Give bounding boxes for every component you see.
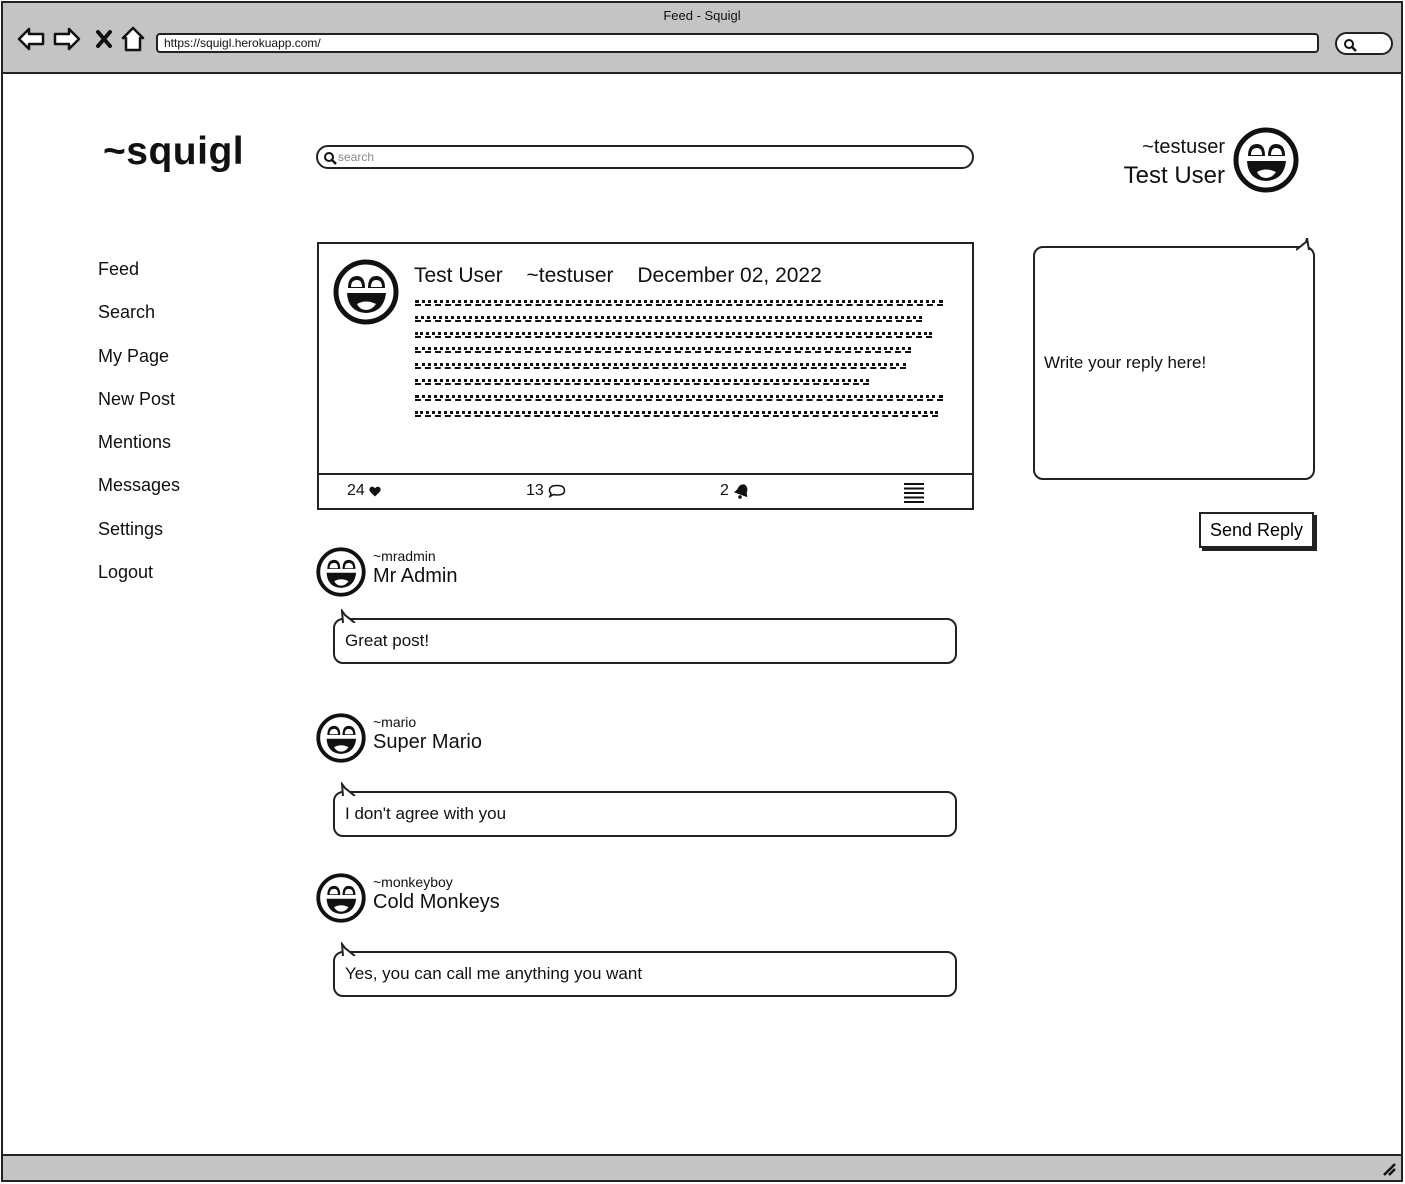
post-author-name[interactable]: Test User	[414, 264, 503, 287]
post-meta: Test User ~testuser December 02, 2022	[414, 264, 840, 288]
search-field[interactable]	[316, 145, 974, 169]
sidebar-nav: Feed Search My Page New Post Mentions Me…	[98, 258, 180, 604]
bell-icon	[733, 484, 748, 499]
notify-button[interactable]: 2	[720, 482, 751, 500]
laughing-face-icon[interactable]	[316, 547, 366, 602]
menu-icon[interactable]	[903, 482, 925, 509]
address-bar[interactable]: https://squigl.herokuapp.com/	[156, 33, 1319, 53]
bubble-tail-icon	[1296, 238, 1310, 251]
reply-name[interactable]: Mr Admin	[373, 565, 457, 588]
laughing-face-icon[interactable]	[333, 259, 399, 330]
sidebar-item-my-page[interactable]: My Page	[98, 345, 180, 388]
laughing-face-icon[interactable]	[316, 873, 366, 928]
post-actions: 24 13 2	[319, 473, 972, 508]
current-user-handle[interactable]: ~testuser	[1142, 136, 1225, 159]
browser-titlebar: Feed - Squigl https://squigl.herokuapp.c…	[3, 3, 1401, 74]
comment-icon	[548, 484, 566, 498]
stop-icon[interactable]	[90, 25, 118, 53]
comment-count: 13	[526, 482, 544, 499]
like-button[interactable]: 24	[347, 482, 381, 500]
sidebar-item-search[interactable]: Search	[98, 301, 180, 344]
reply-handle[interactable]: ~mario	[373, 714, 416, 730]
reply-name[interactable]: Super Mario	[373, 731, 482, 754]
search-input[interactable]	[338, 148, 958, 166]
sidebar-item-mentions[interactable]: Mentions	[98, 431, 180, 474]
bubble-tail-icon	[341, 942, 356, 956]
reply-textarea[interactable]	[1044, 257, 1304, 469]
window-title: Feed - Squigl	[663, 8, 741, 23]
forward-icon[interactable]	[53, 25, 81, 53]
app-logo[interactable]: ~squigl	[103, 130, 244, 174]
bubble-tail-icon	[341, 782, 356, 796]
reply-text: Great post!	[345, 631, 430, 650]
back-icon[interactable]	[17, 25, 45, 53]
comment-button[interactable]: 13	[526, 482, 566, 500]
reply-name[interactable]: Cold Monkeys	[373, 891, 500, 914]
sidebar-item-new-post[interactable]: New Post	[98, 388, 180, 431]
sidebar-item-logout[interactable]: Logout	[98, 561, 180, 604]
reply-bubble: Yes, you can call me anything you want	[333, 942, 957, 997]
reply-bubble: Great post!	[333, 609, 957, 664]
reply-text: I don't agree with you	[345, 804, 507, 823]
reply-handle[interactable]: ~mradmin	[373, 548, 436, 564]
post-card: Test User ~testuser December 02, 2022 24…	[317, 242, 974, 510]
post-author-handle[interactable]: ~testuser	[527, 264, 614, 287]
notify-count: 2	[720, 482, 729, 499]
post-date: December 02, 2022	[637, 264, 822, 287]
bubble-tail-icon	[341, 609, 356, 623]
sidebar-item-settings[interactable]: Settings	[98, 518, 180, 561]
like-count: 24	[347, 482, 365, 499]
browser-statusbar	[3, 1154, 1401, 1180]
current-user-name[interactable]: Test User	[1124, 162, 1225, 190]
resize-grip-icon[interactable]	[1381, 1161, 1397, 1177]
reply-bubble: I don't agree with you	[333, 782, 957, 837]
sidebar-item-feed[interactable]: Feed	[98, 258, 180, 301]
search-icon	[324, 152, 337, 165]
home-icon[interactable]	[119, 25, 147, 53]
search-icon	[1344, 39, 1357, 52]
reply-box	[1033, 238, 1315, 480]
send-reply-button[interactable]: Send Reply	[1199, 512, 1314, 548]
sidebar-item-messages[interactable]: Messages	[98, 474, 180, 517]
laughing-face-icon[interactable]	[316, 713, 366, 768]
heart-icon	[369, 486, 381, 496]
reply-handle[interactable]: ~monkeyboy	[373, 874, 453, 890]
browser-search-field[interactable]	[1335, 32, 1393, 55]
post-body-scribble	[415, 300, 943, 426]
laughing-face-icon[interactable]	[1233, 127, 1299, 198]
reply-text: Yes, you can call me anything you want	[345, 964, 643, 983]
